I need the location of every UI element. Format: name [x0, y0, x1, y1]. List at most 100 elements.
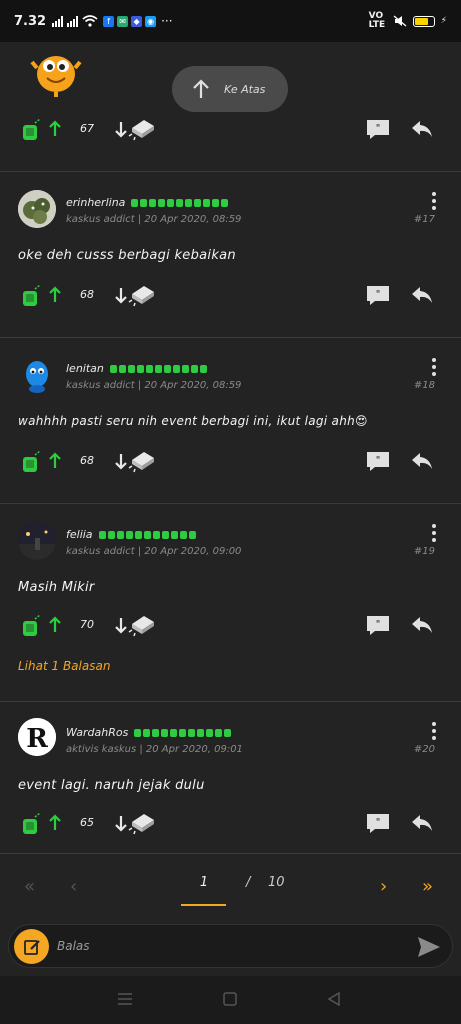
arrow-up-icon: [193, 79, 209, 98]
emoji-sticker-icon: [30, 56, 82, 97]
game-app-icon: ◆: [131, 15, 143, 27]
quote-icon[interactable]: ": [366, 812, 390, 834]
current-page[interactable]: 1: [182, 875, 226, 890]
cendol-count: 65: [80, 816, 94, 829]
total-pages: 10: [268, 875, 285, 890]
post-20: R WardahRos aktivis kaskus | 20 Apr 2020…: [0, 702, 461, 854]
next-page-icon[interactable]: ›: [380, 876, 387, 897]
recent-apps-icon[interactable]: [117, 992, 133, 1006]
reply-input[interactable]: [57, 933, 397, 959]
compose-edit-icon[interactable]: [14, 929, 49, 964]
reply-icon[interactable]: [410, 285, 434, 305]
post-actions: 68 ": [0, 282, 461, 312]
post-actions: 65 ": [0, 810, 461, 840]
reputation-bar: [134, 728, 232, 737]
post-body: Masih Mikir: [18, 580, 95, 595]
quote-icon[interactable]: ": [366, 450, 390, 472]
upvote-arrow-icon[interactable]: [48, 120, 62, 138]
back-to-top-button[interactable]: Ke Atas: [172, 66, 288, 112]
charging-icon: ⚡: [440, 16, 447, 26]
quote-icon[interactable]: ": [366, 284, 390, 306]
cendol-icon[interactable]: [20, 118, 44, 142]
upvote-arrow-icon[interactable]: [48, 286, 62, 304]
avatar[interactable]: R: [18, 718, 56, 756]
more-options-icon[interactable]: [431, 524, 437, 542]
username[interactable]: feliia: [66, 528, 196, 541]
reputation-bar: [109, 364, 207, 373]
username-link[interactable]: lenitan: [66, 362, 104, 375]
prev-page-icon[interactable]: ‹: [70, 876, 77, 897]
svg-text:": ": [376, 817, 381, 828]
bata-brick-icon[interactable]: [126, 612, 156, 638]
reply-icon[interactable]: [410, 615, 434, 635]
cendol-count: 68: [80, 454, 94, 467]
reputation-bar: [98, 530, 196, 539]
quote-icon[interactable]: ": [366, 614, 390, 636]
user-rank: kaskus addict: [66, 214, 135, 225]
first-page-icon[interactable]: «: [24, 876, 35, 897]
more-notifications-icon: ···: [161, 14, 173, 28]
more-options-icon[interactable]: [431, 358, 437, 376]
upvote-arrow-icon[interactable]: [48, 814, 62, 832]
post-actions: 70 ": [0, 612, 461, 642]
battery-icon: [412, 15, 435, 27]
post-number: #19: [413, 546, 435, 557]
user-rank: aktivis kaskus: [66, 744, 137, 755]
cendol-icon[interactable]: [20, 284, 44, 308]
reputation-bar: [131, 198, 229, 207]
page-separator: /: [246, 875, 251, 890]
avatar[interactable]: [18, 356, 56, 394]
post-17: erinherlina kaskus addict | 20 Apr 2020,…: [0, 172, 461, 338]
svg-text:": ": [376, 619, 381, 630]
bata-brick-icon[interactable]: [126, 448, 156, 474]
send-icon[interactable]: [416, 935, 442, 959]
letter-r-avatar-icon: R: [18, 718, 56, 756]
avatar[interactable]: [18, 190, 56, 228]
post-number: #18: [413, 380, 435, 391]
cendol-count: 68: [80, 288, 94, 301]
username-link[interactable]: feliia: [66, 528, 93, 541]
username[interactable]: lenitan: [66, 362, 207, 375]
post-actions: 67 ": [0, 116, 461, 146]
post-body: event lagi. naruh jejak dulu: [18, 778, 205, 793]
post-actions: 68 ": [0, 448, 461, 478]
cendol-icon[interactable]: [20, 614, 44, 638]
messaging-app-icon: ✉: [117, 15, 129, 27]
cendol-icon[interactable]: [20, 812, 44, 836]
home-icon[interactable]: [223, 992, 237, 1006]
svg-text:": ": [376, 289, 381, 300]
reply-icon[interactable]: [410, 813, 434, 833]
upvote-arrow-icon[interactable]: [48, 616, 62, 634]
bata-brick-icon[interactable]: [126, 282, 156, 308]
post-number: #20: [413, 744, 435, 755]
post-body: oke deh cusss berbagi kebaikan: [18, 248, 236, 263]
reply-icon[interactable]: [410, 451, 434, 471]
bata-brick-icon[interactable]: [126, 116, 156, 142]
night-photo-avatar-icon: [18, 522, 56, 560]
back-icon[interactable]: [327, 992, 341, 1006]
username-link[interactable]: erinherlina: [66, 196, 125, 209]
username[interactable]: erinherlina: [66, 196, 229, 209]
reply-composer: [8, 924, 453, 968]
signal-2-icon: [67, 15, 79, 27]
view-replies-link[interactable]: Lihat 1 Balasan: [18, 659, 110, 673]
last-page-icon[interactable]: »: [422, 876, 433, 897]
quote-icon[interactable]: ": [366, 118, 390, 140]
reply-icon[interactable]: [410, 119, 434, 139]
username[interactable]: WardahRos: [66, 726, 232, 739]
cendol-icon[interactable]: [20, 450, 44, 474]
bata-brick-icon[interactable]: [126, 810, 156, 836]
back-to-top-label: Ke Atas: [224, 82, 266, 96]
more-options-icon[interactable]: [431, 192, 437, 210]
upvote-arrow-icon[interactable]: [48, 452, 62, 470]
avatar[interactable]: [18, 522, 56, 560]
more-options-icon[interactable]: [431, 722, 437, 740]
username-link[interactable]: WardahRos: [66, 726, 128, 739]
post-date: 20 Apr 2020, 09:01: [145, 744, 243, 755]
post-meta: aktivis kaskus | 20 Apr 2020, 09:01: [66, 744, 243, 755]
post-body: wahhhh pasti seru nih event berbagi ini,…: [18, 414, 368, 428]
facebook-app-icon: f: [103, 15, 115, 27]
pagination: « ‹ 1 / 10 › »: [0, 864, 461, 910]
signal-icon: [52, 15, 64, 27]
wifi-icon: [82, 15, 98, 27]
